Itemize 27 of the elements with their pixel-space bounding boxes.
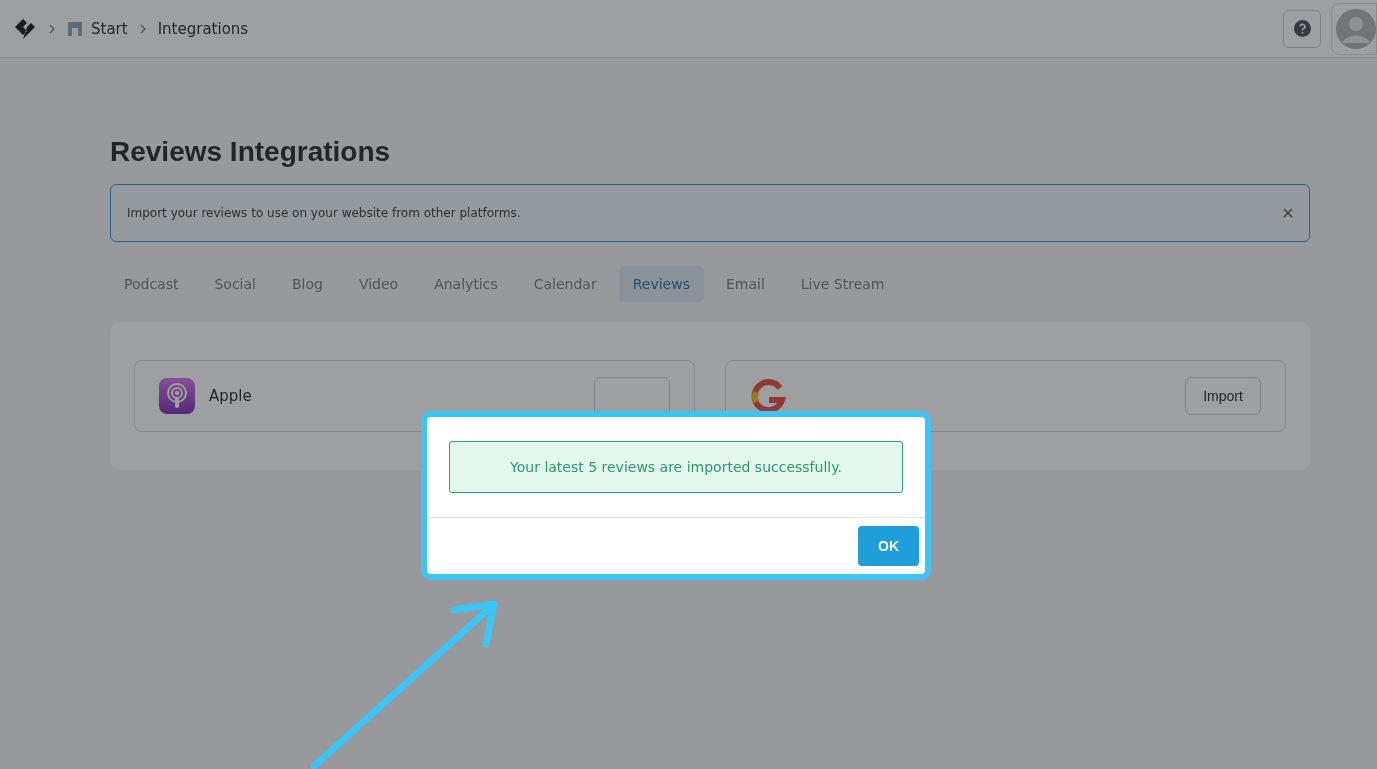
breadcrumb-link[interactable]: Start [91, 19, 128, 38]
ok-button[interactable]: OK [858, 526, 919, 566]
banner-text: Import your reviews to use on your website from other platforms. [127, 206, 521, 220]
user-silhouette-icon [1336, 8, 1376, 49]
tab[interactable]: Video [344, 266, 413, 302]
tab[interactable]: Calendar [519, 266, 611, 302]
logo-icon[interactable] [13, 16, 37, 41]
tab[interactable]: Email [711, 266, 779, 302]
store-icon [67, 20, 83, 37]
chevron-icon [139, 23, 146, 34]
integration-name: Apple [209, 387, 253, 405]
tab[interactable]: Podcast [110, 266, 193, 302]
tab[interactable]: Reviews [618, 266, 704, 302]
tab[interactable]: Live Stream [786, 266, 899, 302]
page-title: Reviews Integrations [110, 136, 392, 168]
chevron-icon [49, 23, 55, 34]
help-icon [1293, 20, 1311, 37]
tab[interactable]: Analytics [420, 266, 512, 302]
close-icon[interactable] [1283, 208, 1293, 218]
breadcrumb-link[interactable]: Integrations [157, 19, 249, 38]
podcast-icon [159, 378, 195, 414]
tab[interactable]: Social [200, 266, 270, 302]
import-button[interactable]: Import [1185, 377, 1261, 415]
help-button[interactable] [1283, 9, 1321, 48]
tab[interactable]: Blog [278, 266, 337, 302]
success-message: Your latest 5 reviews are imported successfully. [449, 441, 903, 493]
google-icon [750, 378, 786, 414]
